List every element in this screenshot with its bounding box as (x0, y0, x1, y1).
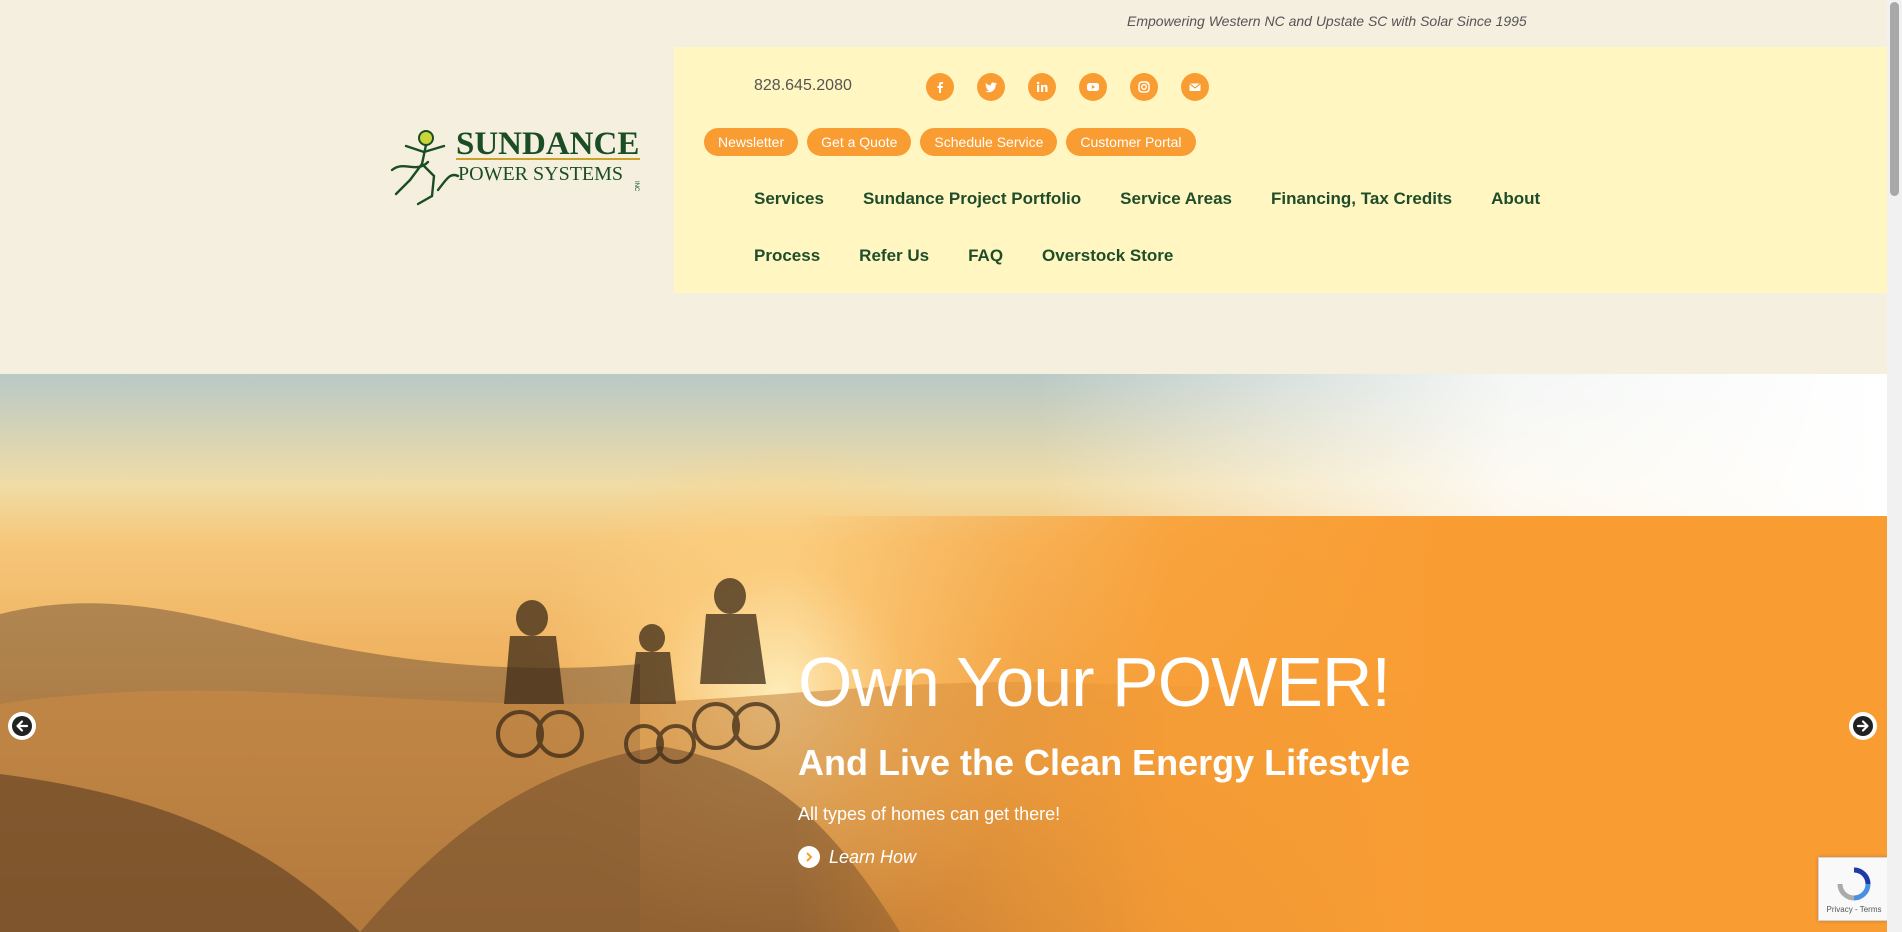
newsletter-button[interactable]: Newsletter (704, 128, 799, 156)
slider-prev-button[interactable] (8, 712, 36, 740)
hero-body-text: All types of homes can get there! (798, 804, 1061, 824)
schedule-service-button[interactable]: Schedule Service (920, 128, 1058, 156)
nav-service-areas[interactable]: Service Areas (1120, 189, 1232, 209)
hero-slider: Own Your POWER! And Live the Clean Energ… (0, 374, 1887, 932)
phone-number[interactable]: 828.645.2080 (754, 77, 852, 95)
hero-sky-fade (0, 374, 1887, 516)
nav-services[interactable]: Services (754, 189, 824, 209)
nav-refer-us[interactable]: Refer Us (859, 246, 929, 266)
hero-subtitle: And Live the Clean Energy Lifestyle (798, 742, 1411, 783)
nav-faq[interactable]: FAQ (968, 246, 1003, 266)
facebook-icon[interactable] (926, 73, 954, 101)
header-panel: 828.645.2080 Newsletter Get a Quote Sche… (674, 47, 1887, 293)
main-nav-row-2: Process Refer Us FAQ Overstock Store (754, 246, 1173, 266)
page-scrollbar[interactable] (1887, 0, 1902, 932)
logo-suffix: INC (633, 181, 639, 192)
linkedin-icon[interactable] (1028, 73, 1056, 101)
social-links (926, 73, 1209, 101)
arrow-left-icon (12, 716, 32, 736)
recaptcha-icon (1837, 867, 1871, 901)
nav-process[interactable]: Process (754, 246, 820, 266)
logo-title: SUNDANCE (456, 126, 639, 162)
nav-financing-tax-credits[interactable]: Financing, Tax Credits (1271, 189, 1452, 209)
nav-project-portfolio[interactable]: Sundance Project Portfolio (863, 189, 1081, 209)
site-tagline: Empowering Western NC and Upstate SC wit… (1127, 13, 1527, 29)
main-nav-row-1: Services Sundance Project Portfolio Serv… (754, 189, 1540, 209)
email-icon[interactable] (1181, 73, 1209, 101)
hero-title: Own Your POWER! (798, 643, 1391, 721)
nav-about[interactable]: About (1491, 189, 1540, 209)
recaptcha-badge[interactable]: Privacy - Terms (1818, 857, 1890, 921)
learn-how-label: Learn How (829, 846, 917, 867)
youtube-icon[interactable] (1079, 73, 1107, 101)
hero-orange-overlay (0, 516, 1887, 932)
arrow-right-icon (1853, 716, 1873, 736)
chevron-right-icon (798, 846, 820, 868)
instagram-icon[interactable] (1130, 73, 1158, 101)
quick-links: Newsletter Get a Quote Schedule Service … (704, 128, 1196, 156)
scrollbar-thumb[interactable] (1890, 2, 1899, 196)
recaptcha-privacy-terms[interactable]: Privacy - Terms (1819, 905, 1889, 914)
logo-graphic: SUNDANCE POWER SYSTEMS INC (390, 126, 640, 206)
twitter-icon[interactable] (977, 73, 1005, 101)
customer-portal-button[interactable]: Customer Portal (1066, 128, 1196, 156)
logo-subtitle: POWER SYSTEMS (458, 163, 623, 185)
sundance-logo[interactable]: SUNDANCE POWER SYSTEMS INC (388, 124, 644, 208)
nav-overstock-store[interactable]: Overstock Store (1042, 246, 1173, 266)
slider-next-button[interactable] (1849, 712, 1877, 740)
learn-how-link[interactable]: Learn How (798, 846, 916, 868)
get-a-quote-button[interactable]: Get a Quote (807, 128, 912, 156)
